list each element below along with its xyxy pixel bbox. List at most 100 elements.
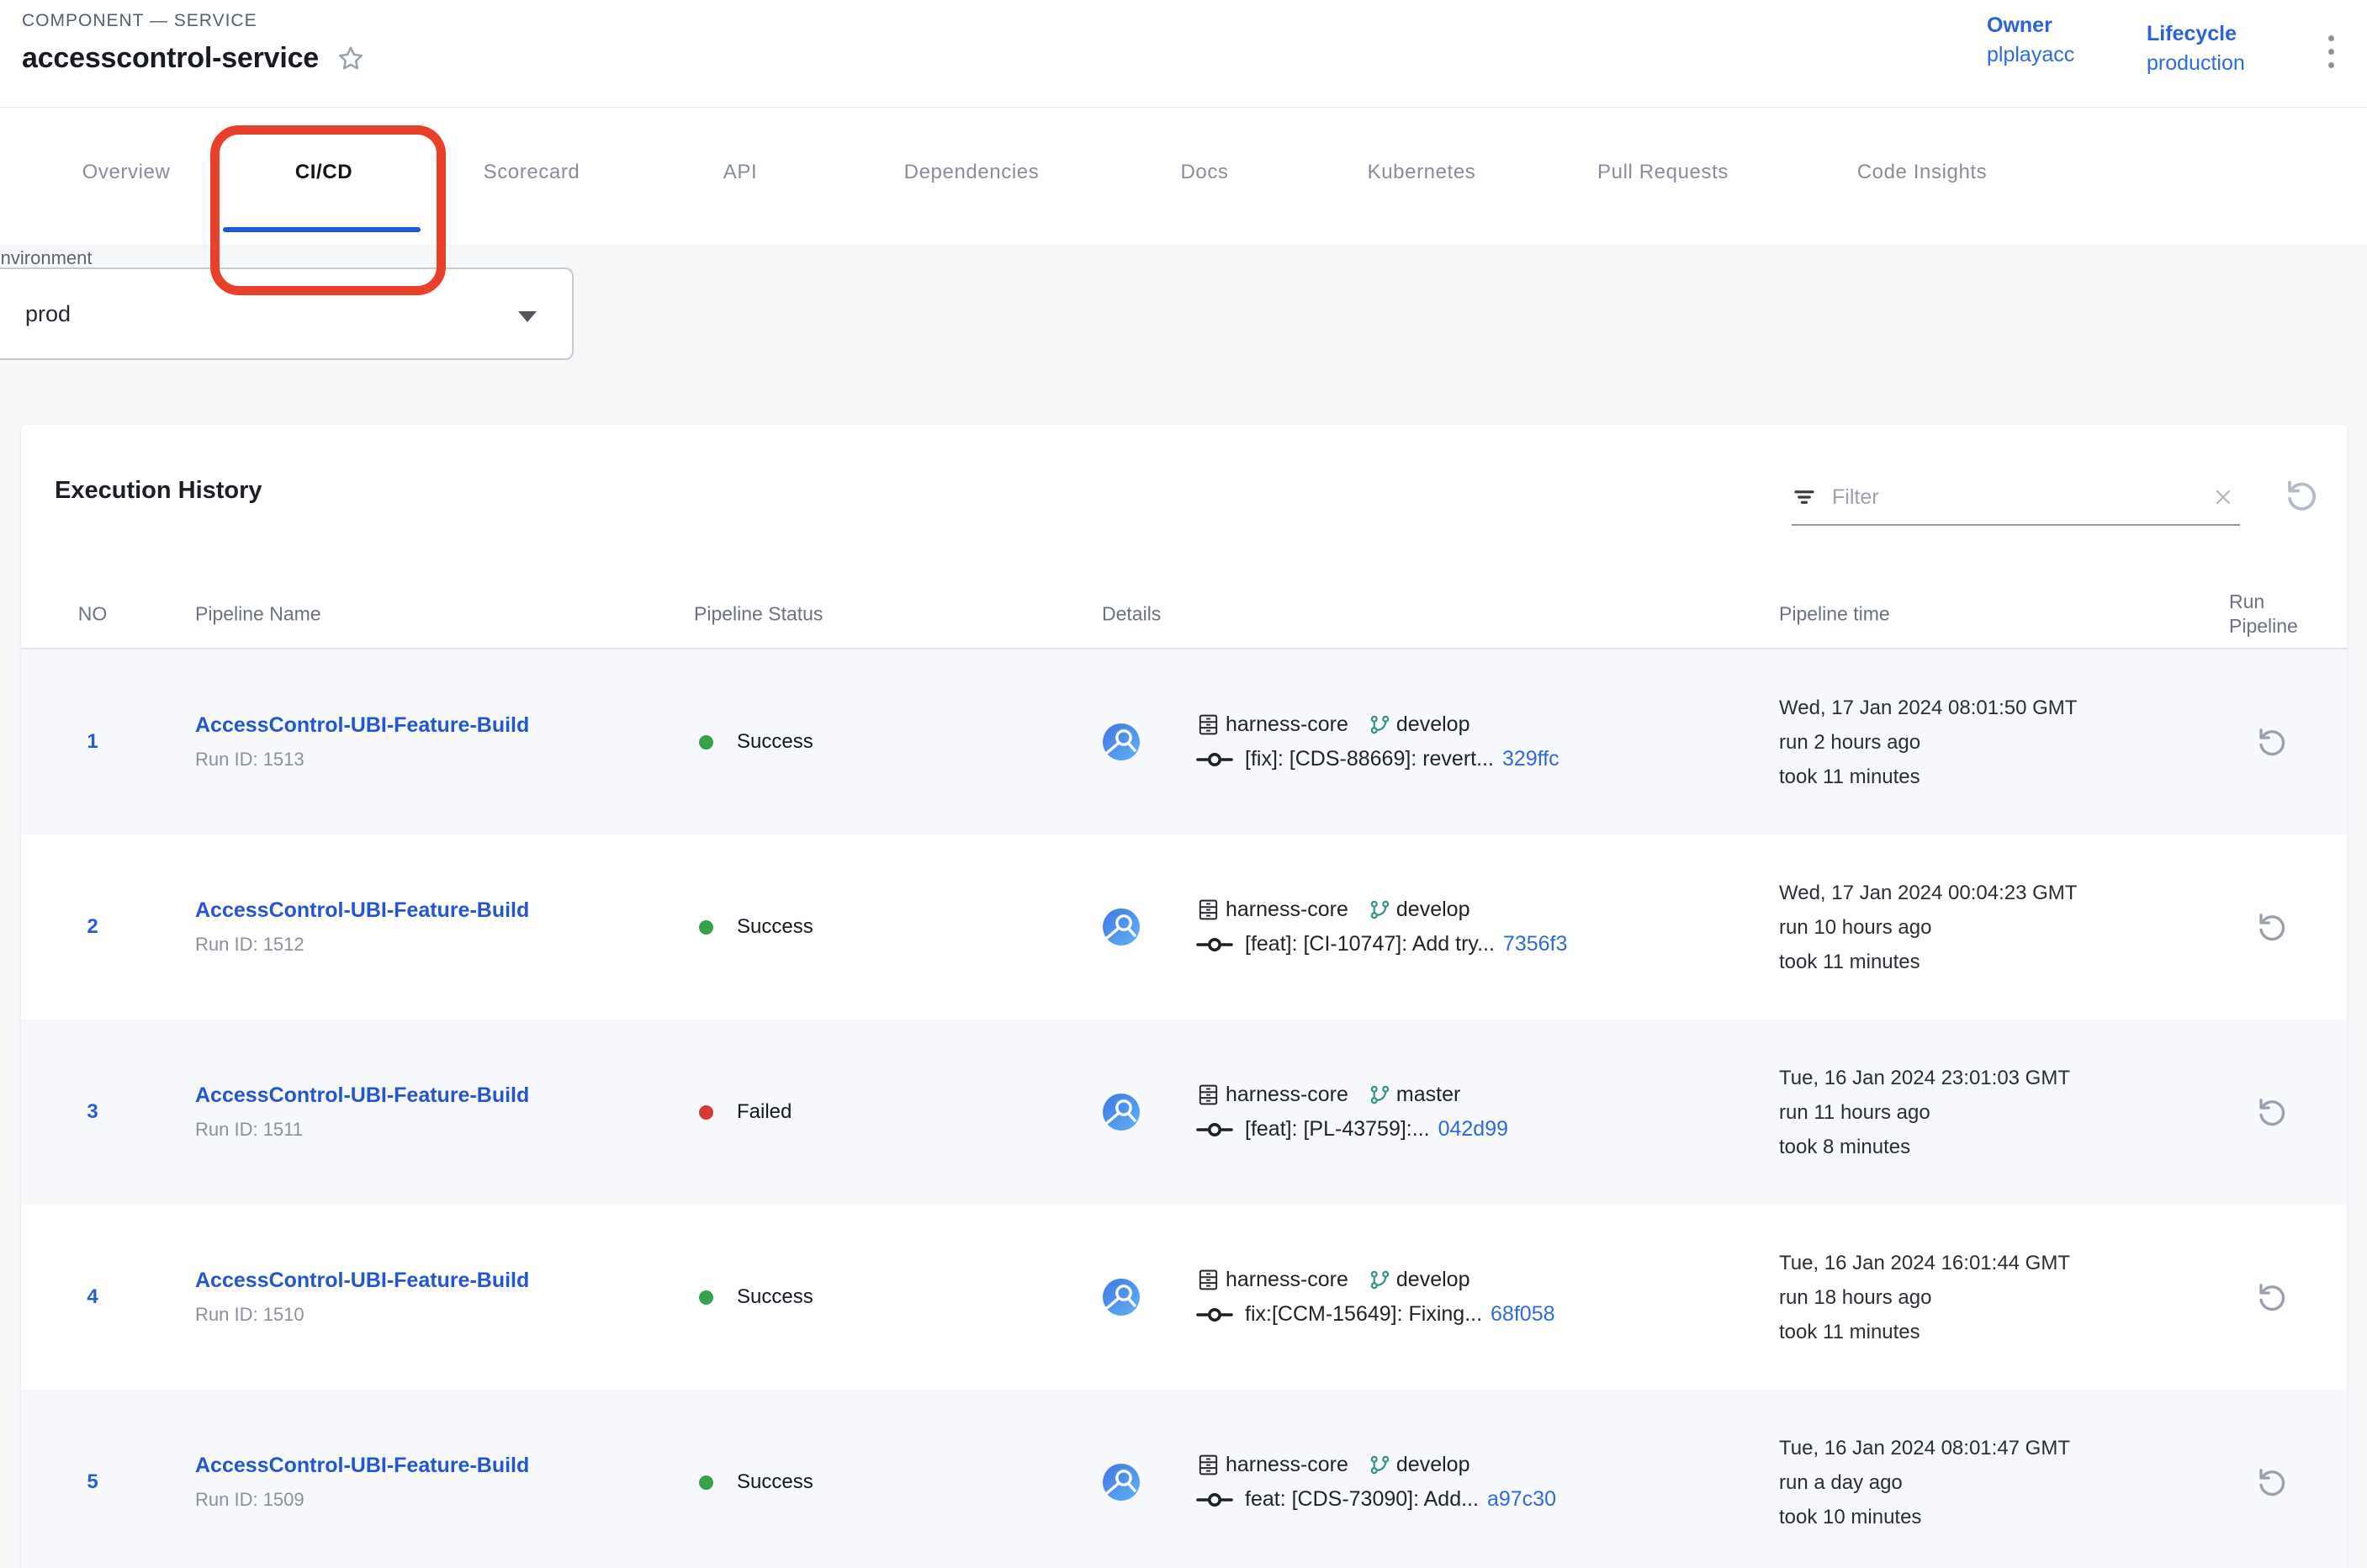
- repository-icon: [1196, 712, 1221, 737]
- rerun-pipeline-icon[interactable]: [2253, 1280, 2286, 1314]
- rerun-pipeline-icon[interactable]: [2253, 725, 2286, 759]
- detail-lines: harness-core develop: [1196, 1453, 1556, 1512]
- run-pipeline-cell: [2253, 1205, 2286, 1390]
- entity-title-row: accesscontrol-service: [22, 42, 366, 75]
- commit-hash-link[interactable]: 042d99: [1438, 1117, 1508, 1142]
- tab[interactable]: Docs: [1180, 161, 1228, 184]
- filter-input[interactable]: [1832, 485, 2196, 510]
- repo-name[interactable]: harness-core: [1226, 1453, 1348, 1477]
- commit-hash-link[interactable]: 68f058: [1491, 1302, 1554, 1327]
- chevron-down-caret-icon: [518, 311, 537, 322]
- status-label: Failed: [737, 1100, 792, 1124]
- tab-label: Pull Requests: [1597, 161, 1729, 183]
- rerun-pipeline-icon[interactable]: [2253, 1095, 2286, 1129]
- repo-name[interactable]: harness-core: [1226, 898, 1348, 922]
- pipeline-name-cell: AccessControl-UBI-Feature-Build Run ID: …: [195, 649, 666, 834]
- git-commit-icon: [1196, 1490, 1233, 1510]
- status-label: Success: [737, 915, 813, 939]
- commit-message: [feat]: [PL-43759]:...: [1245, 1117, 1430, 1142]
- run-id-label: Run ID: 1512: [195, 934, 666, 956]
- run-id-label: Run ID: 1509: [195, 1489, 666, 1511]
- active-tab-underline: [223, 227, 421, 232]
- pipeline-name-link[interactable]: AccessControl-UBI-Feature-Build: [195, 1454, 666, 1478]
- pipeline-ran-ago: run 11 hours ago: [1779, 1095, 2216, 1130]
- commit-message: [feat]: [CI-10747]: Add try...: [1245, 932, 1495, 956]
- execution-history-title: Execution History: [55, 477, 262, 505]
- tab[interactable]: Overview: [82, 161, 171, 184]
- branch-name[interactable]: develop: [1396, 1453, 1470, 1477]
- tab[interactable]: API: [723, 161, 757, 184]
- pipeline-status-cell: Failed: [699, 1020, 792, 1205]
- clear-filter-icon[interactable]: [2211, 485, 2235, 509]
- repository-icon: [1196, 1083, 1221, 1107]
- commit-hash-link[interactable]: 329ffc: [1502, 747, 1559, 771]
- tab[interactable]: Pull Requests: [1597, 161, 1729, 184]
- pipeline-name-link[interactable]: AccessControl-UBI-Feature-Build: [195, 1083, 666, 1108]
- repo-name[interactable]: harness-core: [1226, 712, 1348, 737]
- branch-name[interactable]: develop: [1396, 898, 1470, 922]
- commit-hash-link[interactable]: 7356f3: [1503, 932, 1567, 956]
- table-row: 2 AccessControl-UBI-Feature-Build Run ID…: [21, 834, 2347, 1020]
- pipeline-name-link[interactable]: AccessControl-UBI-Feature-Build: [195, 898, 666, 923]
- pipeline-ran-ago: run a day ago: [1779, 1465, 2216, 1500]
- col-header-run-line1: Run: [2229, 591, 2264, 612]
- pipeline-name-cell: AccessControl-UBI-Feature-Build Run ID: …: [195, 1390, 666, 1568]
- owner-link[interactable]: plplayacc: [1987, 43, 2074, 67]
- commit-hash-link[interactable]: a97c30: [1487, 1487, 1556, 1512]
- git-branch-icon: [1369, 713, 1391, 736]
- pipeline-name-link[interactable]: AccessControl-UBI-Feature-Build: [195, 713, 666, 738]
- pipeline-status-cell: Success: [699, 1390, 813, 1568]
- run-pipeline-cell: [2253, 649, 2286, 834]
- col-header-run-pipeline: Run Pipeline: [2229, 590, 2298, 638]
- repository-icon: [1196, 1453, 1221, 1477]
- kebab-menu-icon[interactable]: [2325, 32, 2338, 72]
- page-title: accesscontrol-service: [22, 42, 319, 75]
- branch-name[interactable]: master: [1396, 1083, 1460, 1107]
- tab[interactable]: CI/CD: [295, 161, 352, 184]
- pipeline-duration: took 11 minutes: [1779, 760, 2216, 794]
- run-pipeline-cell: [2253, 1020, 2286, 1205]
- branch-name[interactable]: develop: [1396, 1268, 1470, 1292]
- tab[interactable]: Kubernetes: [1368, 161, 1476, 184]
- favorite-star-icon[interactable]: [336, 44, 366, 74]
- pipeline-build-icon: [1102, 1463, 1141, 1502]
- owner-label: Owner: [1987, 13, 2074, 38]
- commit-line: fix:[CCM-15649]: Fixing... 68f058: [1196, 1302, 1555, 1327]
- pipeline-status-cell: Success: [699, 649, 813, 834]
- table-header-row: NO Pipeline Name Pipeline Status Details…: [21, 580, 2347, 649]
- table-row: 3 AccessControl-UBI-Feature-Build Run ID…: [21, 1020, 2347, 1205]
- branch-name[interactable]: develop: [1396, 712, 1470, 737]
- pipeline-name-cell: AccessControl-UBI-Feature-Build Run ID: …: [195, 834, 666, 1020]
- detail-lines: harness-core develop: [1196, 898, 1567, 956]
- rerun-pipeline-icon[interactable]: [2253, 1465, 2286, 1499]
- table-row: 4 AccessControl-UBI-Feature-Build Run ID…: [21, 1205, 2347, 1390]
- rerun-pipeline-icon[interactable]: [2253, 910, 2286, 944]
- pipeline-name-cell: AccessControl-UBI-Feature-Build Run ID: …: [195, 1205, 666, 1390]
- status-label: Success: [737, 1285, 813, 1309]
- refresh-icon[interactable]: [2280, 477, 2317, 514]
- repo-name[interactable]: harness-core: [1226, 1268, 1348, 1292]
- col-header-pipeline-name: Pipeline Name: [195, 603, 321, 626]
- repository-icon: [1196, 1268, 1221, 1292]
- lifecycle-meta: Lifecycle production: [2147, 22, 2245, 76]
- details-cell: harness-core master: [1102, 1020, 1508, 1205]
- environment-selected-value: prod: [25, 301, 71, 327]
- tab[interactable]: Scorecard: [484, 161, 580, 184]
- pipeline-name-link[interactable]: AccessControl-UBI-Feature-Build: [195, 1269, 666, 1293]
- table-body: 1 AccessControl-UBI-Feature-Build Run ID…: [21, 649, 2347, 1568]
- owner-meta: Owner plplayacc: [1987, 13, 2074, 67]
- status-dot: [699, 735, 713, 750]
- repo-name[interactable]: harness-core: [1226, 1083, 1348, 1107]
- row-number: 3: [55, 1020, 130, 1205]
- environment-label: Environment: [0, 247, 93, 269]
- environment-select[interactable]: prod: [0, 268, 574, 360]
- tab[interactable]: Code Insights: [1857, 161, 1988, 184]
- tab[interactable]: Dependencies: [904, 161, 1040, 184]
- commit-line: [fix]: [CDS-88669]: revert... 329ffc: [1196, 747, 1559, 771]
- git-branch-icon: [1369, 1454, 1391, 1476]
- col-header-pipeline-status: Pipeline Status: [694, 603, 823, 626]
- git-commit-icon: [1196, 935, 1233, 955]
- git-branch-icon: [1369, 1083, 1391, 1106]
- details-cell: harness-core develop: [1102, 649, 1559, 834]
- pipeline-timestamp: Wed, 17 Jan 2024 00:04:23 GMT: [1779, 876, 2216, 910]
